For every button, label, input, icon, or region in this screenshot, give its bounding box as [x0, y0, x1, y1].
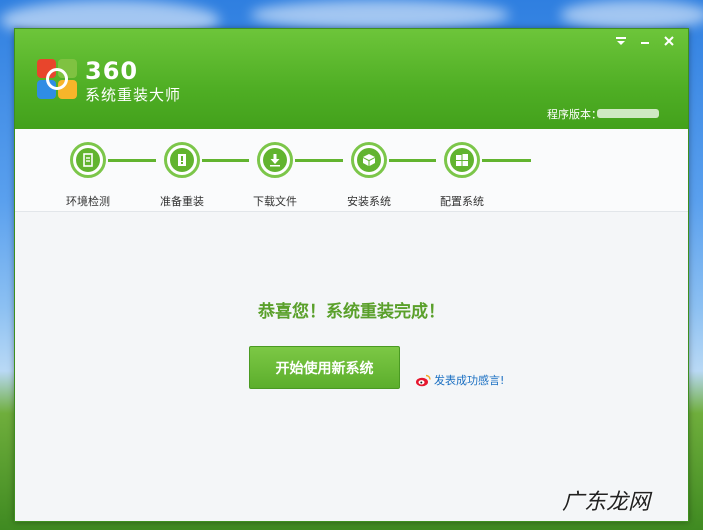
share-feedback-link[interactable]: 发表成功感言! [415, 372, 504, 388]
step-connector [389, 159, 436, 162]
step-label: 环境检测 [66, 195, 110, 208]
start-new-system-button[interactable]: 开始使用新系统 [249, 346, 400, 389]
step-label: 准备重装 [160, 195, 204, 208]
desktop-cloud [250, 0, 510, 30]
step-label: 安装系统 [347, 195, 391, 208]
windows-icon [456, 154, 468, 166]
step-connector [482, 159, 531, 162]
version-value [597, 109, 659, 118]
step-prepare-reinstall [164, 142, 200, 178]
step-connector [295, 159, 343, 162]
brand-number: 360 [85, 57, 139, 85]
menu-icon[interactable] [613, 35, 629, 51]
step-connector [202, 159, 249, 162]
share-link-text[interactable]: 发表成功感言! [434, 372, 504, 388]
progress-steps: 环境检测 准备重装 下载文件 安装系统 配置系统 [15, 129, 688, 212]
package-icon [363, 154, 375, 166]
brand-name: 系统重装大师 [85, 86, 182, 104]
step-install-system [351, 142, 387, 178]
close-icon[interactable] [661, 35, 677, 51]
step-environment-check [70, 142, 106, 178]
completion-message: 恭喜您！系统重装完成！ [258, 302, 445, 322]
watermark-text: 广东龙网 [562, 490, 651, 515]
weibo-icon [416, 374, 431, 386]
installer-window: 360 系统重装大师 程序版本： 环境检测 准备重装 下载文件 安装系统 配置系… [14, 28, 689, 522]
step-configure-system [444, 142, 480, 178]
download-icon [270, 154, 280, 167]
version-label: 程序版本： [547, 108, 602, 121]
step-download-files [257, 142, 293, 178]
step-connector [108, 159, 156, 162]
brand-logo-icon [37, 59, 77, 99]
alert-clipboard-icon [178, 154, 186, 166]
step-label: 下载文件 [253, 195, 297, 208]
document-icon [83, 153, 93, 167]
title-bar: 360 系统重装大师 程序版本： [15, 29, 688, 129]
minimize-icon[interactable] [637, 35, 653, 51]
step-label: 配置系统 [440, 195, 484, 208]
desktop-cloud [560, 0, 703, 30]
